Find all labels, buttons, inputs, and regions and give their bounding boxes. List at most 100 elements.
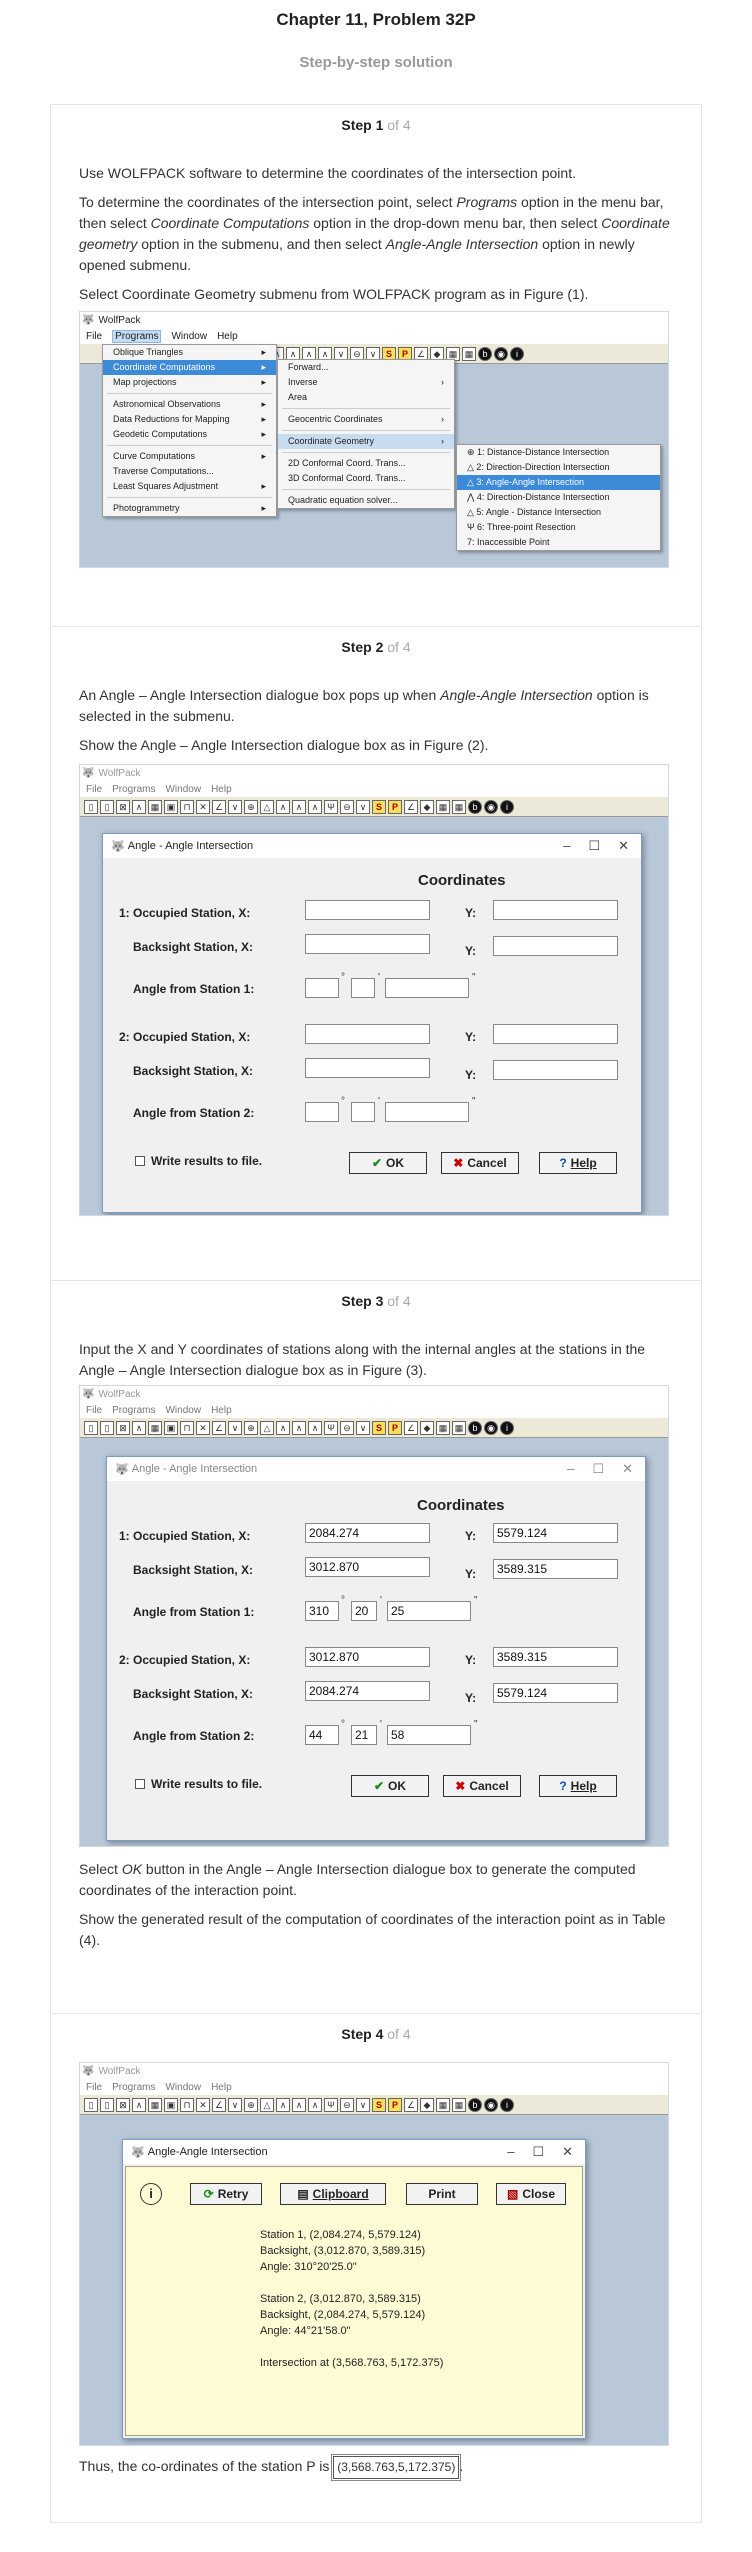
menu-item-angle-angle[interactable]: △ 3: Angle-Angle Intersection <box>457 475 660 490</box>
tool-icon[interactable]: ▦ <box>436 1420 450 1435</box>
bs2-y-input[interactable]: 5579.124 <box>493 1683 618 1703</box>
menu-item-dist-dist[interactable]: ⊕ 1: Distance-Distance Intersection <box>457 445 660 460</box>
ang1-min-input[interactable]: 20 <box>351 1601 377 1621</box>
clipboard-button[interactable]: ▤ Clipboard <box>280 2183 386 2205</box>
tool-icon[interactable]: ▦ <box>148 1420 162 1435</box>
bs1-x-input[interactable]: 3012.870 <box>305 1557 430 1577</box>
ok-button[interactable]: ✔ OK <box>351 1775 429 1797</box>
info-icon[interactable]: i <box>500 799 514 814</box>
tool-icon[interactable]: ∧ <box>292 1420 306 1435</box>
tool-globe-icon[interactable]: ◉ <box>484 799 498 814</box>
tool-s-icon[interactable]: S <box>372 1420 386 1435</box>
tool-icon[interactable]: ∧ <box>276 2097 290 2112</box>
menu-item-least-sq[interactable]: Least Squares Adjustment ▸ <box>103 479 276 494</box>
menu-file[interactable]: File <box>86 784 102 795</box>
tool-icon[interactable]: ▣ <box>164 799 178 814</box>
tool-icon[interactable]: ∠ <box>212 2097 226 2112</box>
new-icon[interactable]: ▯ <box>84 799 98 814</box>
tool-icon[interactable]: ⊓ <box>180 2097 194 2112</box>
menu-item-oblique[interactable]: Oblique Triangles ▸ <box>103 345 276 360</box>
menu-item-dir-dir[interactable]: △ 2: Direction-Direction Intersection <box>457 460 660 475</box>
tool-icon[interactable]: ⊓ <box>180 799 194 814</box>
tool-b-icon[interactable]: b <box>468 2097 482 2112</box>
menu-item-geodetic[interactable]: Geodetic Computations ▸ <box>103 427 276 442</box>
tool-icon[interactable]: ∧ <box>292 2097 306 2112</box>
maximize-icon[interactable]: ☐ <box>592 1461 604 1477</box>
tool-icon[interactable]: ∧ <box>132 2097 146 2112</box>
tool-icon[interactable]: ∨ <box>228 799 242 814</box>
occ1-y-input[interactable] <box>493 900 618 920</box>
menu-help[interactable]: Help <box>211 2082 232 2093</box>
menu-item-map-proj[interactable]: Map projections ▸ <box>103 375 276 390</box>
tool-icon[interactable]: ◆ <box>420 799 434 814</box>
tool-icon[interactable]: ⊕ <box>244 1420 258 1435</box>
occ2-y-input[interactable] <box>493 1024 618 1044</box>
write-results-checkbox[interactable] <box>135 1156 145 1166</box>
menu-item-inaccessible[interactable]: 7: Inaccessible Point <box>457 535 660 550</box>
tool-icon[interactable]: ∨ <box>228 1420 242 1435</box>
tool-icon[interactable]: ▦ <box>148 2097 162 2112</box>
menu-programs[interactable]: Programs <box>112 329 162 343</box>
help-button[interactable]: ? Help <box>539 1152 617 1174</box>
menu-help[interactable]: Help <box>217 331 238 342</box>
tool-icon[interactable]: ∧ <box>276 1420 290 1435</box>
occ2-x-input[interactable]: 3012.870 <box>305 1647 430 1667</box>
minimize-icon[interactable]: – <box>507 2144 514 2160</box>
tool-globe-icon[interactable]: ◉ <box>484 2097 498 2112</box>
tool-icon[interactable]: ∧ <box>292 799 306 814</box>
tool-icon[interactable]: Ψ <box>324 1420 338 1435</box>
menu-file[interactable]: File <box>86 2082 102 2093</box>
new-icon[interactable]: ▯ <box>84 1420 98 1435</box>
open-icon[interactable]: ▯ <box>100 2097 114 2112</box>
tool-globe-icon[interactable]: ◉ <box>484 1420 498 1435</box>
tool-s-icon[interactable]: S <box>372 799 386 814</box>
tool-icon[interactable]: ✕ <box>196 1420 210 1435</box>
tool-icon[interactable]: ∧ <box>132 799 146 814</box>
close-icon[interactable]: ✕ <box>562 2144 573 2160</box>
retry-button[interactable]: ⟳ Retry <box>190 2183 262 2205</box>
menu-programs[interactable]: Programs <box>112 2082 155 2093</box>
open-icon[interactable]: ▯ <box>100 799 114 814</box>
menu-file[interactable]: File <box>86 331 102 342</box>
ang1-deg-input[interactable] <box>305 978 339 998</box>
occ1-x-input[interactable]: 2084.274 <box>305 1523 430 1543</box>
ang1-sec-input[interactable]: 25 <box>387 1601 471 1621</box>
open-icon[interactable]: ▯ <box>100 1420 114 1435</box>
close-icon[interactable]: ✕ <box>622 1461 633 1477</box>
menu-programs[interactable]: Programs <box>112 784 155 795</box>
menu-file[interactable]: File <box>86 1405 102 1416</box>
menu-window[interactable]: Window <box>165 2082 201 2093</box>
tool-icon[interactable]: ∧ <box>308 2097 322 2112</box>
tool-icon[interactable]: ∠ <box>212 1420 226 1435</box>
tool-icon[interactable]: ∠ <box>404 2097 418 2112</box>
ang2-min-input[interactable] <box>351 1102 375 1122</box>
occ2-y-input[interactable]: 3589.315 <box>493 1647 618 1667</box>
tool-icon[interactable]: ▦ <box>452 1420 466 1435</box>
tool-icon[interactable]: ∨ <box>356 2097 370 2112</box>
tool-icon[interactable]: ∠ <box>404 1420 418 1435</box>
tool-globe-icon[interactable]: ◉ <box>494 346 508 361</box>
help-button[interactable]: ? Help <box>539 1775 617 1797</box>
ang2-deg-input[interactable]: 44 <box>305 1725 339 1745</box>
cancel-button[interactable]: ✖ Cancel <box>441 1152 519 1174</box>
menu-item-quadratic[interactable]: Quadratic equation solver... <box>278 493 454 508</box>
tool-icon[interactable]: ✕ <box>196 2097 210 2112</box>
menu-item-data-red[interactable]: Data Reductions for Mapping ▸ <box>103 412 276 427</box>
occ1-x-input[interactable] <box>305 900 430 920</box>
menu-item-curve[interactable]: Curve Computations ▸ <box>103 449 276 464</box>
menu-item-inverse[interactable]: Inverse › <box>278 375 454 390</box>
occ2-x-input[interactable] <box>305 1024 430 1044</box>
tool-icon[interactable]: ⊖ <box>340 2097 354 2112</box>
tool-icon[interactable]: ▦ <box>462 346 476 361</box>
menu-item-cogo[interactable]: Coordinate Geometry › <box>278 434 454 449</box>
close-button[interactable]: ▧ Close <box>496 2183 566 2205</box>
tool-icon[interactable]: ∨ <box>356 799 370 814</box>
tool-icon[interactable]: ∨ <box>228 2097 242 2112</box>
maximize-icon[interactable]: ☐ <box>532 2144 544 2160</box>
menu-item-forward[interactable]: Forward... <box>278 360 454 375</box>
tool-icon[interactable]: ▦ <box>436 2097 450 2112</box>
tool-icon[interactable]: ▦ <box>452 799 466 814</box>
tool-p-icon[interactable]: P <box>388 2097 402 2112</box>
menu-item-traverse[interactable]: Traverse Computations... <box>103 464 276 479</box>
tool-icon[interactable]: Ψ <box>324 799 338 814</box>
